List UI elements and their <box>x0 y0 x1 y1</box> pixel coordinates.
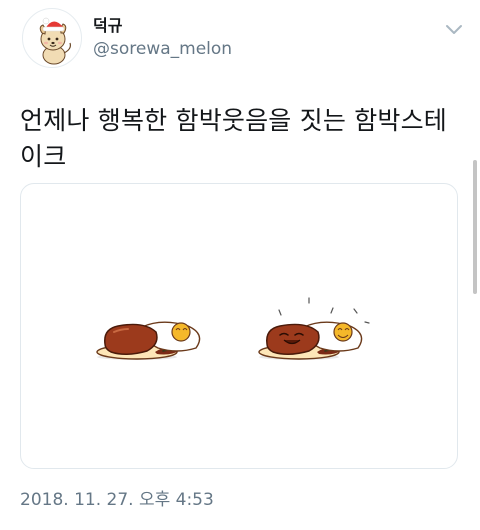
avatar[interactable] <box>22 8 82 68</box>
chevron-down-icon[interactable] <box>444 22 464 36</box>
author-display-name[interactable]: 덕규 <box>93 16 122 36</box>
tweet-media-card[interactable] <box>20 183 458 469</box>
smiling-hamburg-steak-illustration-icon <box>258 297 370 360</box>
hamburg-steak-illustration-icon <box>96 321 201 360</box>
tweet-text: 언제나 행복한 함박웃음을 짓는 함박스테이크 <box>20 106 447 171</box>
tweet-timestamp[interactable]: 2018. 11. 27. 오후 4:53 <box>20 489 214 511</box>
author-handle[interactable]: @sorewa_melon <box>93 38 232 60</box>
cartoon-dog-avatar-icon <box>39 17 71 65</box>
scrollbar[interactable] <box>473 160 477 294</box>
